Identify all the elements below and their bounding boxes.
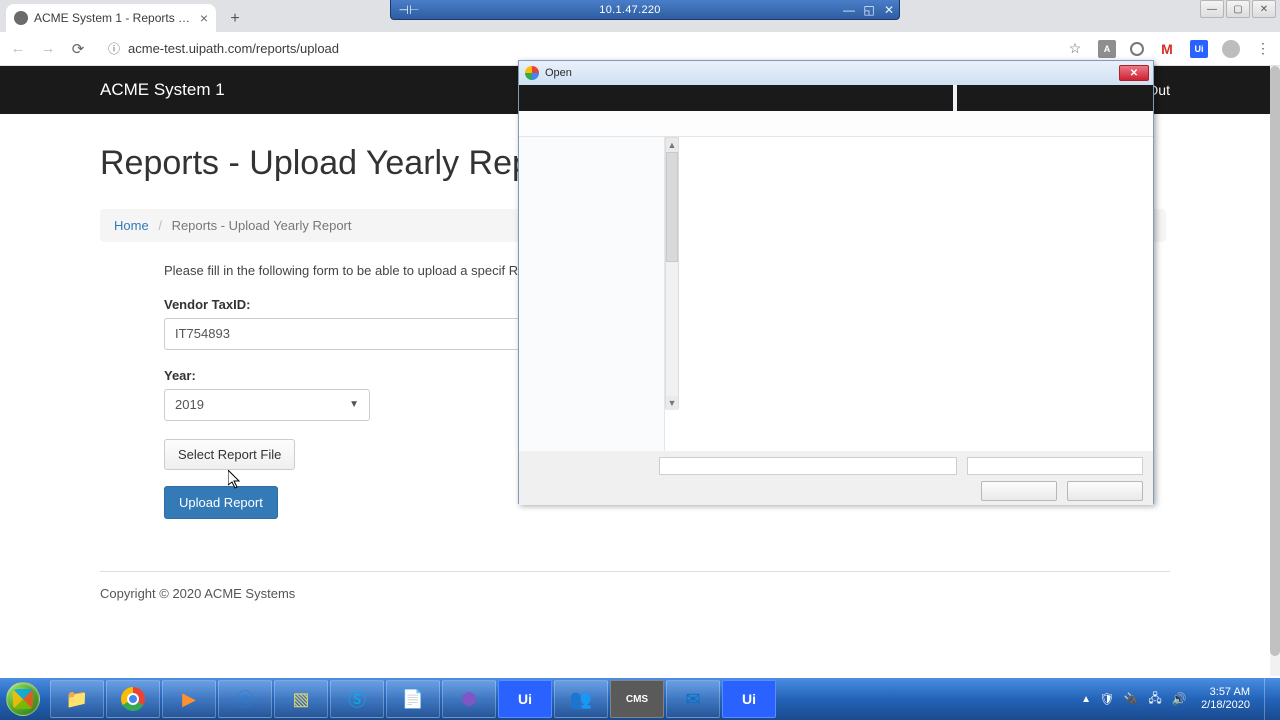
scroll-down-arrow[interactable]: ▼ (666, 396, 678, 410)
year-value: 2019 (175, 397, 204, 412)
url-text: acme-test.uipath.com/reports/upload (128, 41, 339, 56)
dialog-back-forward[interactable] (519, 85, 583, 111)
copyright: Copyright © 2020 ACME Systems (100, 586, 1170, 601)
rdp-ip: 10.1.47.220 (421, 4, 839, 16)
extension-icon[interactable] (1130, 42, 1144, 56)
host-window-caption: — ▢ ✕ (1200, 0, 1276, 18)
taskbar: 📁 ▶ ⓔ ▧ Ⓢ 📄 ⬢ Ui 👥 CMS ✉ Ui ▲ 🛡 🔌 🖧 🔊 3:… (0, 678, 1280, 720)
filename-input[interactable] (659, 457, 957, 475)
select-report-file-button[interactable]: Select Report File (164, 439, 295, 470)
tray-volume-icon[interactable]: 🔊 (1171, 691, 1187, 707)
mcafee-extension-icon[interactable]: М (1158, 40, 1176, 58)
dialog-cancel-button[interactable] (1067, 481, 1143, 501)
taskbar-teams[interactable]: 👥 (554, 680, 608, 718)
filetype-filter[interactable] (967, 457, 1143, 475)
dialog-scrollbar[interactable]: ▲ ▼ (665, 137, 679, 409)
show-desktop-button[interactable] (1264, 678, 1274, 720)
filename-label (529, 457, 649, 475)
dialog-open-button[interactable] (981, 481, 1057, 501)
dialog-path-field[interactable] (583, 85, 953, 111)
taskbar-sticky-notes[interactable]: ▧ (274, 680, 328, 718)
dialog-titlebar[interactable]: Open ✕ (519, 61, 1153, 85)
tray-security-icon[interactable]: 🛡 (1099, 691, 1115, 707)
dialog-bottom-panel (519, 451, 1153, 505)
pdf-extension-icon[interactable]: A (1098, 40, 1116, 58)
open-file-dialog: Open ✕ ▲ ▼ (518, 60, 1154, 504)
browser-tab[interactable]: ACME System 1 - Reports - Uploa × (6, 4, 216, 32)
breadcrumb-current: Reports - Upload Yearly Report (172, 218, 352, 233)
taskbar-apps: 📁 ▶ ⓔ ▧ Ⓢ 📄 ⬢ Ui 👥 CMS ✉ Ui (50, 680, 776, 718)
host-minimize-button[interactable]: — (1200, 0, 1224, 18)
taskbar-file-explorer[interactable]: 📁 (50, 680, 104, 718)
dialog-scrollbar-thumb[interactable] (666, 152, 678, 262)
scrollbar-thumb[interactable] (1270, 66, 1280, 656)
dialog-nav-bar (519, 85, 1153, 111)
forward-button[interactable]: → (38, 39, 58, 59)
start-button[interactable] (0, 679, 46, 719)
rdp-minimize-button[interactable]: — (839, 2, 859, 18)
uipath-extension-icon[interactable]: Ui (1190, 40, 1208, 58)
dialog-title: Open (545, 67, 572, 79)
taskbar-media-player[interactable]: ▶ (162, 680, 216, 718)
tray-network-icon[interactable]: 🖧 (1147, 691, 1163, 707)
rdp-restore-button[interactable]: ◱ (859, 2, 879, 18)
tray-time: 3:57 AM (1201, 686, 1250, 699)
breadcrumb-home[interactable]: Home (114, 218, 149, 233)
chrome-icon (525, 66, 539, 80)
rdp-connection-bar: ⊣⊢ 10.1.47.220 — ◱ ✕ (390, 0, 900, 20)
chevron-down-icon: ▼ (349, 399, 359, 410)
dialog-file-list[interactable]: ▲ ▼ (665, 137, 1153, 451)
site-info-icon[interactable]: ⓘ (108, 40, 120, 57)
taskbar-notepad[interactable]: 📄 (386, 680, 440, 718)
reload-button[interactable]: ⟳ (68, 39, 88, 59)
tray-date: 2/18/2020 (1201, 699, 1250, 712)
taskbar-cms[interactable]: CMS (610, 680, 664, 718)
bookmark-star-icon[interactable]: ☆ (1066, 40, 1084, 58)
host-close-button[interactable]: ✕ (1252, 0, 1276, 18)
site-brand: ACME System 1 (100, 80, 225, 100)
chrome-icon (121, 687, 145, 711)
new-tab-button[interactable]: + (222, 6, 248, 32)
year-select[interactable]: 2019 ▼ (164, 389, 370, 421)
host-maximize-button[interactable]: ▢ (1226, 0, 1250, 18)
taskbar-ie[interactable]: ⓔ (218, 680, 272, 718)
tab-favicon (14, 11, 28, 25)
dialog-search-field[interactable] (957, 85, 1153, 111)
tray-overflow-button[interactable]: ▲ (1081, 694, 1091, 705)
tray-clock[interactable]: 3:57 AM 2/18/2020 (1195, 686, 1256, 711)
tray-power-icon[interactable]: 🔌 (1123, 691, 1139, 707)
scroll-up-arrow[interactable]: ▲ (666, 138, 678, 152)
upload-report-button[interactable]: Upload Report (164, 486, 278, 519)
back-button[interactable]: ← (8, 39, 28, 59)
omnibox[interactable]: ⓘ acme-test.uipath.com/reports/upload (98, 36, 1046, 62)
taskbar-chrome[interactable] (106, 680, 160, 718)
taskbar-uipath[interactable]: Ui (498, 680, 552, 718)
dialog-close-button[interactable]: ✕ (1119, 65, 1149, 81)
rdp-pin-icon[interactable]: ⊣⊢ (397, 2, 421, 18)
profile-avatar-icon[interactable] (1222, 40, 1240, 58)
taskbar-outlook[interactable]: ✉ (666, 680, 720, 718)
rdp-close-button[interactable]: ✕ (879, 2, 899, 18)
system-tray: ▲ 🛡 🔌 🖧 🔊 3:57 AM 2/18/2020 (1081, 678, 1280, 720)
taskbar-visual-studio[interactable]: ⬢ (442, 680, 496, 718)
page-scrollbar[interactable] (1270, 66, 1280, 676)
breadcrumb-separator: / (158, 218, 162, 233)
tab-title: ACME System 1 - Reports - Uploa (34, 11, 194, 25)
dialog-nav-pane[interactable] (519, 137, 665, 451)
tab-close-button[interactable]: × (200, 10, 208, 26)
browser-menu-button[interactable]: ⋮ (1254, 40, 1272, 58)
dialog-toolbar (519, 111, 1153, 137)
windows-logo-icon (6, 682, 40, 716)
taskbar-skype[interactable]: Ⓢ (330, 680, 384, 718)
dialog-body: ▲ ▼ (519, 137, 1153, 451)
taskbar-uipath-2[interactable]: Ui (722, 680, 776, 718)
extension-icons: ☆ A М Ui ⋮ (1066, 40, 1272, 58)
footer-divider (100, 571, 1170, 572)
